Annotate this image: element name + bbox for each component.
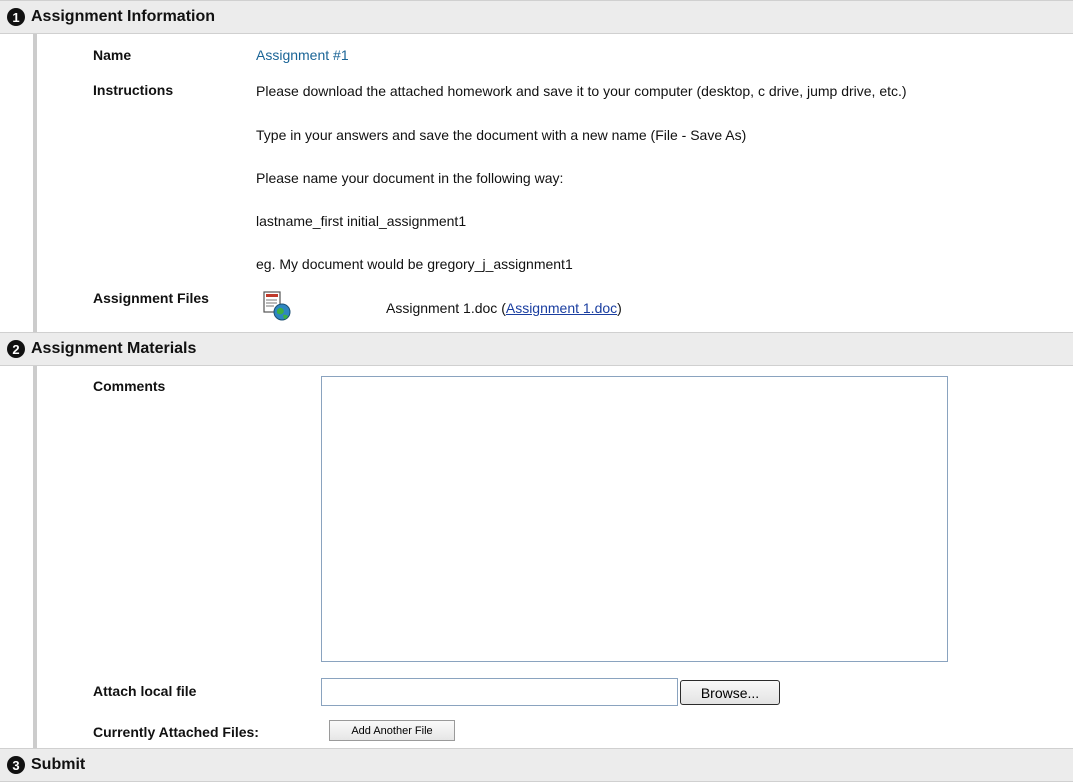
step-number-badge: 2 <box>7 340 25 358</box>
section-header-assignment-information: 1 Assignment Information <box>0 0 1073 34</box>
comments-label: Comments <box>93 378 166 394</box>
paren-close: ) <box>617 300 622 316</box>
document-globe-icon <box>263 291 291 321</box>
comments-textarea[interactable] <box>321 376 948 662</box>
section-header-assignment-materials: 2 Assignment Materials <box>0 332 1073 366</box>
browse-button[interactable]: Browse... <box>680 680 780 705</box>
section-header-submit: 3 Submit <box>0 748 1073 782</box>
section-title: Submit <box>31 756 86 773</box>
instructions-label: Instructions <box>93 82 174 98</box>
instruction-line: Please download the attached homework an… <box>256 83 907 99</box>
instruction-line: lastname_first initial_assignment1 <box>256 213 467 229</box>
name-label: Name <box>93 47 132 63</box>
section-title: Assignment Materials <box>31 340 197 357</box>
section-rail <box>33 366 37 748</box>
attach-local-file-label: Attach local file <box>93 683 197 699</box>
instruction-line: Type in your answers and save the docume… <box>256 127 747 143</box>
step-number-badge: 1 <box>7 8 25 26</box>
assignment-file-entry: Assignment 1.doc (Assignment 1.doc) <box>386 300 622 316</box>
step-number-badge: 3 <box>7 756 25 774</box>
section-rail <box>33 34 37 332</box>
file-name: Assignment 1.doc <box>386 300 498 316</box>
add-another-file-button[interactable]: Add Another File <box>329 720 455 741</box>
instruction-line: eg. My document would be gregory_j_assig… <box>256 256 573 272</box>
file-download-link[interactable]: Assignment 1.doc <box>506 300 617 316</box>
currently-attached-files-label: Currently Attached Files: <box>93 724 259 740</box>
section-title: Assignment Information <box>31 8 216 25</box>
assignment-name: Assignment #1 <box>256 47 349 63</box>
assignment-files-label: Assignment Files <box>93 290 209 306</box>
attach-file-input[interactable] <box>321 678 678 706</box>
instruction-line: Please name your document in the followi… <box>256 170 564 186</box>
